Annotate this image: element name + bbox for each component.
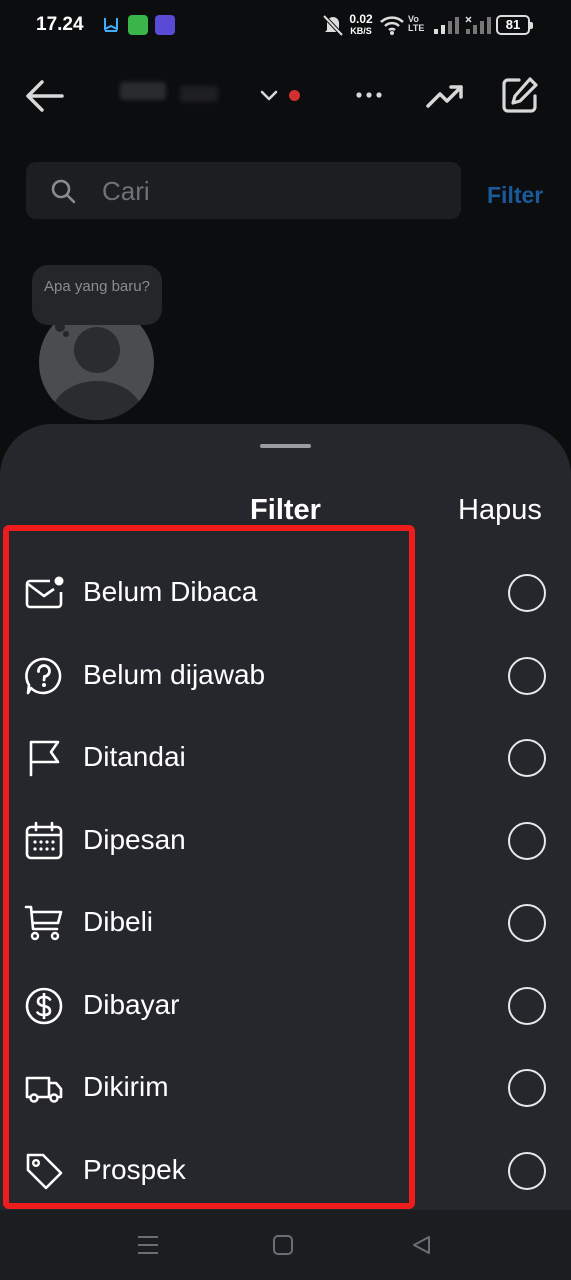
filter-option-label: Dikirim xyxy=(83,1071,169,1102)
net-speed: 0.02 KB/S xyxy=(346,13,376,37)
wifi-icon xyxy=(380,16,404,35)
radio-button[interactable] xyxy=(508,822,546,860)
filter-option-label: Dibayar xyxy=(83,989,180,1020)
notification-dot xyxy=(289,90,300,101)
volte-label: Vo LTE xyxy=(408,14,425,33)
dollar-icon xyxy=(25,987,63,1025)
filter-option-purchased[interactable]: Dibeli xyxy=(0,882,571,964)
edit-icon[interactable] xyxy=(499,74,541,116)
cart-icon xyxy=(24,905,63,941)
avatar-body-shape xyxy=(51,381,143,420)
radio-button[interactable] xyxy=(508,574,546,612)
filter-option-label: Belum Dibaca xyxy=(83,576,258,607)
tag-icon xyxy=(26,1153,63,1190)
filter-option-unread[interactable]: Belum Dibaca xyxy=(0,552,571,634)
calendar-icon xyxy=(25,821,63,860)
account-name-blurred[interactable] xyxy=(120,76,250,112)
recent-apps-icon[interactable] xyxy=(136,1234,160,1256)
avatar-head-shape xyxy=(74,327,120,373)
home-icon[interactable] xyxy=(273,1235,293,1255)
search-icon xyxy=(51,179,76,204)
filter-option-paid[interactable]: Dibayar xyxy=(0,965,571,1047)
search-input[interactable] xyxy=(102,174,432,208)
radio-button[interactable] xyxy=(508,739,546,777)
filter-button[interactable]: Filter xyxy=(487,182,543,209)
net-speed-unit: KB/S xyxy=(350,26,372,36)
more-icon[interactable] xyxy=(352,80,386,110)
filter-option-ordered[interactable]: Dipesan xyxy=(0,800,571,882)
radio-button[interactable] xyxy=(508,657,546,695)
status-bar: 17.24 0.02 KB/S Vo LTE 81 xyxy=(0,0,571,50)
radio-button[interactable] xyxy=(508,1152,546,1190)
unread-mail-icon xyxy=(25,576,64,609)
chevron-down-icon[interactable] xyxy=(258,84,280,106)
note-bubble-tail xyxy=(63,331,69,337)
android-app-icon xyxy=(128,15,148,35)
blurred-name-part xyxy=(180,86,218,102)
clear-button[interactable]: Hapus xyxy=(458,494,542,527)
filter-bottom-sheet: Filter Hapus Belum Dibaca Belum dijawab … xyxy=(0,424,571,1210)
filter-option-label: Ditandai xyxy=(83,741,186,772)
note-bubble[interactable]: Apa yang baru? xyxy=(32,265,162,325)
signal-icon-1 xyxy=(434,17,459,34)
filter-option-label: Prospek xyxy=(83,1154,186,1185)
bookmark-app-icon xyxy=(104,18,118,32)
system-nav-bar xyxy=(0,1210,571,1280)
question-bubble-icon xyxy=(25,657,62,695)
status-time: 17.24 xyxy=(36,14,84,35)
filter-option-prospect[interactable]: Prospek xyxy=(0,1130,571,1212)
radio-button[interactable] xyxy=(508,987,546,1025)
filter-option-flagged[interactable]: Ditandai xyxy=(0,717,571,799)
game-app-icon xyxy=(155,15,175,35)
battery-indicator: 81 xyxy=(496,15,533,35)
radio-button[interactable] xyxy=(508,904,546,942)
back-triangle-icon[interactable] xyxy=(410,1234,432,1256)
filter-option-unanswered[interactable]: Belum dijawab xyxy=(0,635,571,717)
truck-icon xyxy=(25,1076,63,1103)
filter-option-shipped[interactable]: Dikirim xyxy=(0,1047,571,1129)
blurred-name-part xyxy=(120,82,166,100)
filter-option-label: Dibeli xyxy=(83,906,154,937)
drag-handle[interactable] xyxy=(260,444,311,448)
flag-icon xyxy=(29,740,60,777)
silent-bell-icon xyxy=(322,14,344,37)
signal-icon-2 xyxy=(465,16,491,34)
search-box[interactable] xyxy=(26,162,461,219)
trending-icon[interactable] xyxy=(424,76,466,116)
back-arrow-icon[interactable] xyxy=(22,76,66,116)
net-speed-value: 0.02 xyxy=(349,12,373,26)
filter-option-label: Dipesan xyxy=(83,824,186,855)
filter-option-label: Belum dijawab xyxy=(83,659,266,690)
radio-button[interactable] xyxy=(508,1069,546,1107)
